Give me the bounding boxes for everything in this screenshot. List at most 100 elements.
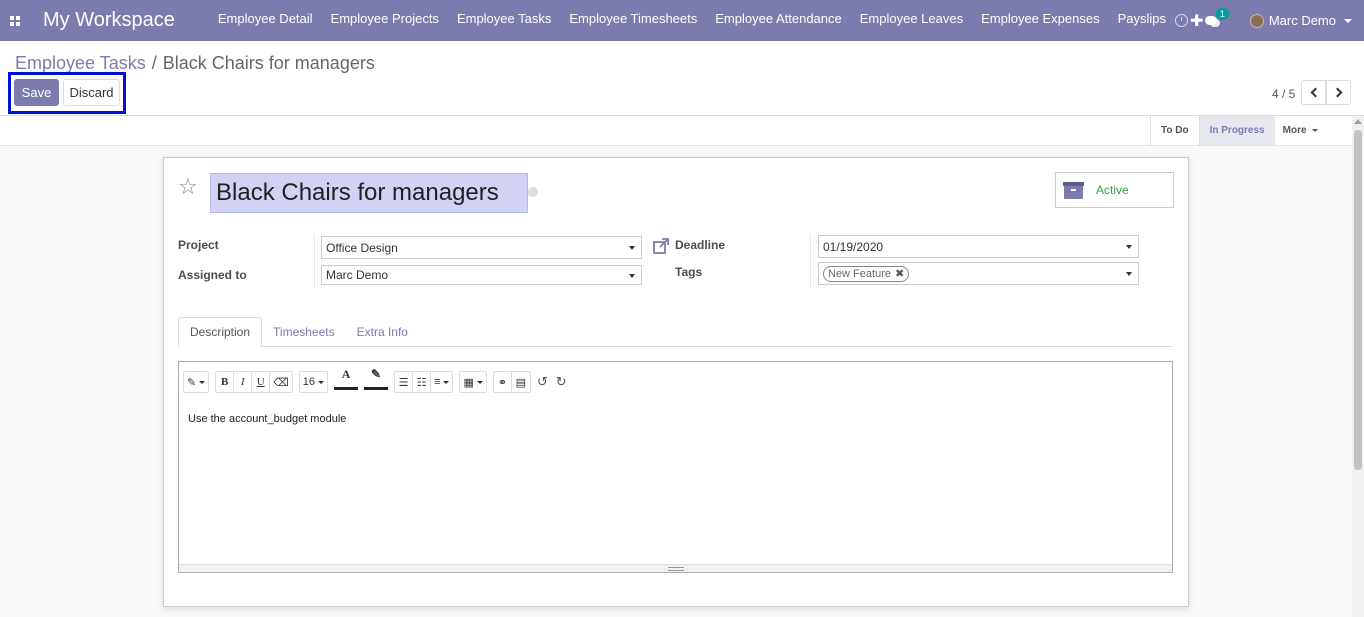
bullet-list-icon[interactable]: ☰ [395, 372, 414, 392]
main-menu: Employee Detail Employee Projects Employ… [218, 11, 1204, 31]
tab-extra-info[interactable]: Extra Info [346, 317, 419, 347]
align-icon[interactable]: ≡ [431, 372, 452, 392]
numbered-list-icon[interactable]: ☷ [413, 372, 432, 392]
caret-down-icon [629, 246, 635, 250]
pager-value[interactable]: 4 / 5 [1272, 87, 1295, 101]
external-link-icon[interactable] [653, 238, 669, 254]
apps-menu-icon[interactable] [0, 0, 30, 41]
task-title-input[interactable]: Black Chairs for managers [210, 173, 528, 213]
caret-down-icon [1126, 245, 1132, 249]
tag-label: New Feature [828, 267, 891, 280]
field-separator [810, 234, 811, 288]
discard-button[interactable]: Discard [63, 79, 120, 106]
apps-grid-icon [10, 15, 20, 26]
tab-timesheets[interactable]: Timesheets [262, 317, 346, 347]
menu-employee-expenses[interactable]: Employee Expenses [981, 11, 1100, 31]
menu-payslips[interactable]: Payslips [1118, 11, 1166, 31]
highlight-color-button[interactable]: ✎ [364, 367, 389, 397]
archive-icon [1063, 181, 1084, 199]
redo-icon[interactable]: ↻ [556, 374, 567, 390]
stage-todo[interactable]: To Do [1150, 116, 1199, 145]
notification-badge: 1 [1215, 7, 1229, 20]
assigned-to-value: Marc Demo [326, 268, 389, 282]
bold-button[interactable]: B [216, 372, 235, 392]
menu-employee-timesheets[interactable]: Employee Timesheets [569, 11, 697, 31]
tags-select[interactable]: New Feature ✖ [818, 262, 1139, 285]
assigned-to-select[interactable]: Marc Demo [321, 265, 642, 285]
chevron-right-icon [1332, 87, 1342, 98]
pager-next-button[interactable] [1326, 80, 1351, 105]
resize-grip-icon [668, 567, 684, 571]
file-icon[interactable]: ▤ [512, 372, 530, 392]
link-icon[interactable]: ⚭ [494, 372, 512, 392]
tag-badge: New Feature ✖ [823, 265, 910, 282]
undo-icon[interactable]: ↺ [537, 374, 548, 390]
stage-more-label: More [1282, 125, 1307, 136]
editor-content[interactable]: Use the account_budget module [188, 413, 346, 425]
insert-group: ⚭ ▤ [492, 371, 531, 393]
priority-dot-icon [528, 187, 538, 197]
form-sheet: ☆ Black Chairs for managers Active Proje… [163, 157, 1189, 607]
field-separator [314, 234, 315, 288]
breadcrumb-parent[interactable]: Employee Tasks [15, 53, 146, 73]
font-size-group: 16 [298, 371, 329, 393]
underline-button[interactable]: U [252, 372, 271, 392]
user-menu[interactable]: Marc Demo [1269, 13, 1336, 28]
font-size-value: 16 [302, 376, 316, 388]
project-label: Project [178, 238, 219, 252]
tab-description[interactable]: Description [178, 317, 263, 347]
font-color-button[interactable]: A [334, 367, 359, 397]
menu-employee-detail[interactable]: Employee Detail [218, 11, 313, 31]
project-select[interactable]: Office Design [321, 236, 642, 259]
pager-previous-button[interactable] [1301, 80, 1326, 105]
editor-toolbar: ✎ B I U ⌫ 16 A ✎ ☰ ☷ ≡ ▦ ⚭ ▤ ↺ ↻ [183, 367, 575, 397]
breadcrumb-separator: / [151, 53, 157, 73]
form-tabs: Description Timesheets Extra Info [178, 317, 1173, 347]
description-editor[interactable]: ✎ B I U ⌫ 16 A ✎ ☰ ☷ ≡ ▦ ⚭ ▤ ↺ ↻ Use the… [178, 361, 1173, 573]
star-icon[interactable]: ☆ [178, 176, 198, 198]
caret-down-icon [629, 274, 635, 278]
project-value: Office Design [326, 240, 398, 255]
table-group: ▦ [459, 371, 487, 393]
style-group: ✎ [183, 371, 210, 393]
app-brand[interactable]: My Workspace [43, 9, 175, 32]
eraser-icon[interactable]: ⌫ [270, 372, 292, 392]
active-label: Active [1096, 183, 1129, 197]
font-size-dropdown[interactable]: 16 [300, 372, 327, 392]
caret-down-icon [1311, 129, 1318, 132]
scroll-thumb[interactable] [1354, 130, 1362, 470]
stage-in-progress[interactable]: In Progress [1198, 116, 1275, 145]
breadcrumb-current: Black Chairs for managers [162, 53, 375, 73]
caret-down-icon [1126, 272, 1132, 276]
deadline-value: 01/19/2020 [823, 239, 884, 254]
menu-employee-leaves[interactable]: Employee Leaves [860, 11, 963, 31]
scroll-up-icon[interactable] [1354, 119, 1362, 124]
stage-more-button[interactable]: More [1275, 125, 1326, 136]
activity-clock-icon[interactable] [1174, 14, 1188, 27]
italic-button[interactable]: I [234, 372, 253, 392]
breadcrumb: Employee Tasks / Black Chairs for managers [15, 53, 375, 74]
menu-employee-attendance[interactable]: Employee Attendance [715, 11, 841, 31]
magic-wand-icon[interactable]: ✎ [184, 372, 208, 392]
table-icon[interactable]: ▦ [460, 372, 485, 392]
font-style-group: B I U ⌫ [215, 371, 293, 393]
user-dropdown-caret-icon[interactable] [1344, 18, 1352, 23]
editor-resize-handle[interactable] [179, 564, 1172, 572]
save-button[interactable]: Save [14, 79, 59, 106]
top-navbar: My Workspace Employee Detail Employee Pr… [0, 0, 1364, 41]
chat-icon[interactable]: 1 [1204, 7, 1229, 28]
assigned-to-label: Assigned to [178, 268, 247, 282]
list-group: ☰ ☷ ≡ [394, 371, 454, 393]
chevron-left-icon [1310, 87, 1320, 98]
deadline-label: Deadline [675, 238, 726, 252]
active-toggle-button[interactable]: Active [1055, 172, 1174, 208]
user-avatar[interactable] [1249, 13, 1264, 28]
deadline-datepicker[interactable]: 01/19/2020 [818, 235, 1139, 258]
page-scrollbar[interactable] [1352, 116, 1364, 617]
status-bar: To Do In Progress More [1150, 116, 1326, 145]
tags-label: Tags [675, 265, 703, 279]
navbar-systray: 1 Marc Demo [1174, 0, 1364, 41]
menu-employee-tasks[interactable]: Employee Tasks [457, 11, 551, 31]
remove-tag-icon[interactable]: ✖ [895, 267, 904, 280]
menu-employee-projects[interactable]: Employee Projects [331, 11, 439, 31]
